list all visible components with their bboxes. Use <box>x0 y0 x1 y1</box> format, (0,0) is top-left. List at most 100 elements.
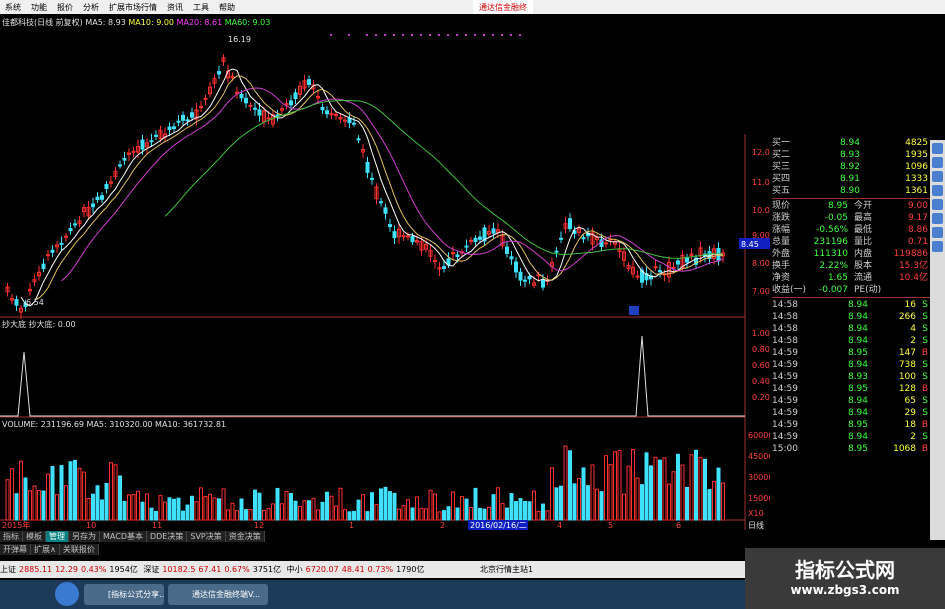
price-tick: 10.00 <box>752 206 770 215</box>
candle-body <box>604 242 608 245</box>
volume-bar <box>221 488 226 521</box>
candle-body <box>266 117 271 120</box>
toolbar-icon[interactable] <box>932 185 943 196</box>
volume-bar <box>478 507 482 521</box>
bottom-tab[interactable]: 资金决策 <box>225 531 265 542</box>
candle-body <box>343 119 347 122</box>
stat-value: 10.4亿 <box>898 273 928 283</box>
bid-row: 买三 8.92 1096 <box>772 161 930 173</box>
volume-bar <box>136 490 140 521</box>
toolbar-icon[interactable] <box>932 143 943 154</box>
price-tick: 8.00 <box>752 259 770 268</box>
volume-bar <box>82 471 86 521</box>
index-zx-name: 中小 <box>286 565 303 574</box>
tick-side: B <box>921 420 928 430</box>
volume-bar <box>64 485 68 521</box>
candle-body <box>59 242 64 245</box>
candle-body <box>401 235 406 238</box>
tick-volume: 16 <box>904 300 916 310</box>
candle-body <box>509 256 514 260</box>
menu-help[interactable]: 帮助 <box>214 0 240 15</box>
signal-dot <box>501 34 503 36</box>
candle-body <box>257 109 262 116</box>
toolbar-icon[interactable] <box>932 171 943 182</box>
candle-body <box>356 138 361 141</box>
tick-price: 8.94 <box>847 300 868 310</box>
bottom-tab[interactable]: 开弹幕 <box>0 544 31 555</box>
menu-system[interactable]: 系统 <box>0 0 26 15</box>
volume-bar <box>500 502 505 521</box>
volume-bar <box>469 507 473 521</box>
candle-body <box>581 237 586 240</box>
volume-bar <box>671 471 676 521</box>
menu-analysis[interactable]: 分析 <box>78 0 104 15</box>
volume-bar <box>100 499 104 521</box>
bottom-tab[interactable]: 指标 <box>0 531 23 542</box>
stat-label: 最低 <box>854 225 873 235</box>
taskbar-item[interactable]: [指标公式分享... <box>84 584 164 605</box>
menu-news[interactable]: 资讯 <box>162 0 188 15</box>
candle-body <box>379 201 383 204</box>
volume-bar <box>239 498 244 521</box>
candle-body <box>464 245 469 248</box>
toolbar-icon[interactable] <box>932 213 943 224</box>
ind-tick: 1.00 <box>752 329 770 338</box>
volume-bar <box>451 491 455 521</box>
volume-bar <box>140 501 145 521</box>
volume-bar <box>572 483 577 521</box>
toolbar-icon[interactable] <box>932 227 943 238</box>
taskbar-item[interactable]: 通达信金融终端V... <box>168 584 268 605</box>
bottom-tab[interactable]: 模板 <box>23 531 46 542</box>
candle-body <box>91 203 95 208</box>
menu-ext-market[interactable]: 扩展市场行情 <box>104 0 162 15</box>
bottom-tab[interactable]: 另存为 <box>69 531 100 542</box>
date-tick: 11 <box>152 521 162 530</box>
candle-body <box>100 195 104 200</box>
bottom-tab[interactable]: 扩展∧ <box>31 544 60 555</box>
period-label[interactable]: 日线 <box>748 520 764 530</box>
candle-body <box>154 134 158 137</box>
server-label[interactable]: 北京行情主站1 <box>480 561 533 578</box>
volume-bar <box>167 497 172 521</box>
volume-bar <box>388 491 392 521</box>
volume-bar <box>419 507 424 521</box>
tick-volume: 100 <box>898 372 916 382</box>
stat-value: 2.22% <box>819 261 848 271</box>
signal-dot <box>411 34 413 36</box>
menu-quote[interactable]: 报价 <box>52 0 78 15</box>
volume-bar <box>356 499 361 521</box>
candle-body <box>289 100 293 106</box>
watermark-line2: www.zbgs3.com <box>790 583 900 597</box>
bid-volume: 1361 <box>905 186 928 196</box>
volume-bar <box>437 511 442 521</box>
menu-function[interactable]: 功能 <box>26 0 52 15</box>
bottom-tab[interactable]: DDE决策 <box>146 531 188 542</box>
volume-bar <box>284 491 289 521</box>
bottom-tab[interactable]: MACD基本 <box>100 531 147 542</box>
volume-bar <box>491 494 496 521</box>
stat-label: 涨幅 <box>772 225 791 235</box>
start-icon[interactable] <box>55 582 79 606</box>
bottom-tab[interactable]: 管理 <box>46 531 69 542</box>
bottom-tab[interactable]: 关联报价 <box>59 544 99 555</box>
kline-chart[interactable]: 12.00 11.00 10.00 9.00 8.00 7.00 8.45 16… <box>0 14 770 534</box>
volume-bar <box>460 495 464 521</box>
volume-bar <box>343 509 347 521</box>
vol-tick: 45000 <box>748 452 770 461</box>
candle-body <box>442 266 446 269</box>
volume-bar <box>244 509 248 521</box>
volume-bar <box>347 511 352 521</box>
volume-bar <box>694 449 698 521</box>
volume-bar <box>59 465 64 521</box>
tick-row: 14:58 8.94 4 S <box>772 323 930 335</box>
toolbar-icon[interactable] <box>932 241 943 252</box>
candle-body <box>41 263 46 270</box>
volume-bar <box>424 508 428 521</box>
toolbar-icon[interactable] <box>932 157 943 168</box>
toolbar-icon[interactable] <box>932 199 943 210</box>
menu-tools[interactable]: 工具 <box>188 0 214 15</box>
tick-volume: 1068 <box>893 444 916 454</box>
signal-dot <box>375 34 377 36</box>
bottom-tab[interactable]: SVP决策 <box>187 531 226 542</box>
volume-bar <box>28 490 32 521</box>
